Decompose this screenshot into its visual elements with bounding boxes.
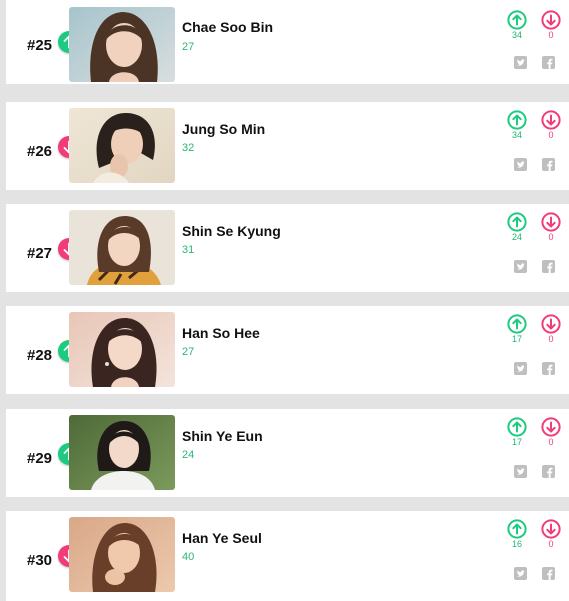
downvote-icon — [541, 519, 561, 539]
downvote-count: 0 — [548, 232, 554, 242]
upvote-count: 34 — [511, 30, 522, 40]
downvote-count: 0 — [548, 334, 554, 344]
downvote-button[interactable]: 0 — [540, 314, 562, 344]
profile-photo[interactable] — [69, 210, 175, 285]
celebrity-name[interactable]: Shin Se Kyung — [182, 223, 281, 239]
profile-photo[interactable] — [69, 517, 175, 592]
upvote-button[interactable]: 17 — [506, 417, 528, 447]
downvote-button[interactable]: 0 — [540, 519, 562, 549]
ranking-card: #27 Shin Se Kyung 31 24 0 — [6, 204, 569, 292]
ranking-card: #26 Jung So Min 32 34 0 — [6, 102, 569, 190]
downvote-icon — [541, 110, 561, 130]
profile-photo[interactable] — [69, 108, 175, 183]
celebrity-name[interactable]: Han Ye Seul — [182, 530, 262, 546]
downvote-button[interactable]: 0 — [540, 10, 562, 40]
score-value: 32 — [182, 142, 195, 154]
celebrity-name[interactable]: Shin Ye Eun — [182, 428, 263, 444]
ranking-card: #25 Chae Soo Bin 27 34 0 — [6, 0, 569, 84]
upvote-count: 17 — [511, 334, 522, 344]
downvote-icon — [541, 417, 561, 437]
upvote-icon — [507, 10, 527, 30]
twitter-icon[interactable] — [514, 362, 527, 375]
profile-photo[interactable] — [69, 7, 175, 82]
facebook-icon[interactable] — [542, 260, 555, 273]
downvote-count: 0 — [548, 539, 554, 549]
downvote-icon — [541, 314, 561, 334]
upvote-button[interactable]: 16 — [506, 519, 528, 549]
downvote-icon — [541, 212, 561, 232]
facebook-icon[interactable] — [542, 158, 555, 171]
rank-number: #27 — [27, 245, 53, 262]
twitter-icon[interactable] — [514, 465, 527, 478]
twitter-icon[interactable] — [514, 56, 527, 69]
downvote-count: 0 — [548, 30, 554, 40]
upvote-icon — [507, 417, 527, 437]
downvote-button[interactable]: 0 — [540, 417, 562, 447]
downvote-button[interactable]: 0 — [540, 212, 562, 242]
profile-photo[interactable] — [69, 415, 175, 490]
ranking-list: #25 Chae Soo Bin 27 34 0 #26 Jung So Min… — [0, 0, 569, 601]
upvote-button[interactable]: 34 — [506, 110, 528, 140]
twitter-icon[interactable] — [514, 158, 527, 171]
score-value: 31 — [182, 244, 195, 256]
score-value: 24 — [182, 449, 195, 461]
score-value: 27 — [182, 41, 195, 53]
upvote-button[interactable]: 24 — [506, 212, 528, 242]
ranking-card: #30 Han Ye Seul 40 16 0 — [6, 511, 569, 601]
upvote-count: 34 — [511, 130, 522, 140]
downvote-icon — [541, 10, 561, 30]
upvote-count: 24 — [511, 232, 522, 242]
upvote-icon — [507, 314, 527, 334]
downvote-count: 0 — [548, 437, 554, 447]
profile-photo[interactable] — [69, 312, 175, 387]
twitter-icon[interactable] — [514, 567, 527, 580]
score-value: 27 — [182, 346, 195, 358]
rank-number: #28 — [27, 347, 53, 364]
rank-number: #29 — [27, 450, 53, 467]
upvote-icon — [507, 519, 527, 539]
celebrity-name[interactable]: Han So Hee — [182, 325, 260, 341]
ranking-card: #28 Han So Hee 27 17 0 — [6, 306, 569, 394]
rank-number: #26 — [27, 143, 53, 160]
downvote-button[interactable]: 0 — [540, 110, 562, 140]
facebook-icon[interactable] — [542, 567, 555, 580]
upvote-count: 16 — [511, 539, 522, 549]
upvote-count: 17 — [511, 437, 522, 447]
facebook-icon[interactable] — [542, 56, 555, 69]
rank-number: #30 — [27, 552, 53, 569]
upvote-icon — [507, 212, 527, 232]
twitter-icon[interactable] — [514, 260, 527, 273]
upvote-icon — [507, 110, 527, 130]
facebook-icon[interactable] — [542, 465, 555, 478]
celebrity-name[interactable]: Chae Soo Bin — [182, 19, 273, 35]
upvote-button[interactable]: 34 — [506, 10, 528, 40]
rank-number: #25 — [27, 37, 53, 54]
facebook-icon[interactable] — [542, 362, 555, 375]
ranking-card: #29 Shin Ye Eun 24 17 0 — [6, 409, 569, 497]
upvote-button[interactable]: 17 — [506, 314, 528, 344]
score-value: 40 — [182, 551, 195, 563]
celebrity-name[interactable]: Jung So Min — [182, 121, 265, 137]
downvote-count: 0 — [548, 130, 554, 140]
